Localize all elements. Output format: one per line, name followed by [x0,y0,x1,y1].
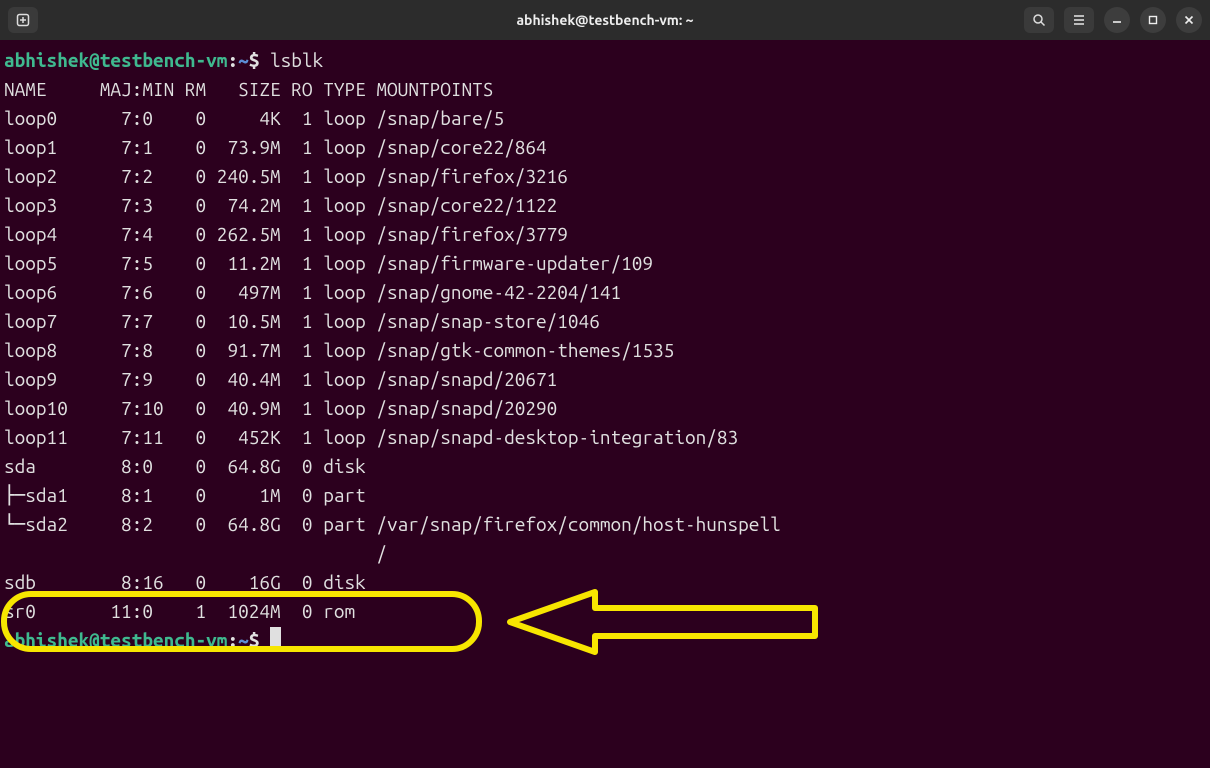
new-tab-button[interactable] [8,7,38,33]
maximize-icon [1147,14,1159,26]
prompt-user-host: abhishek@testbench-vm [4,49,227,71]
maximize-button[interactable] [1140,7,1166,33]
row-sdb: sdb 8:16 0 16G 0 disk [4,568,1206,597]
prompt-colon: : [227,629,238,651]
row-loop3: loop3 7:3 0 74.2M 1 loop /snap/core22/11… [4,191,1206,220]
search-button[interactable] [1024,7,1054,33]
prompt-line-1: abhishek@testbench-vm:~$ lsblk [4,46,1206,75]
row-sda: sda 8:0 0 64.8G 0 disk [4,452,1206,481]
row-loop9: loop9 7:9 0 40.4M 1 loop /snap/snapd/206… [4,365,1206,394]
window-title: abhishek@testbench-vm: ~ [208,12,1002,28]
prompt-line-2: abhishek@testbench-vm:~$ [4,626,1206,655]
row-loop6: loop6 7:6 0 497M 1 loop /snap/gnome-42-2… [4,278,1206,307]
hamburger-icon [1071,12,1087,28]
titlebar-right-controls [1002,7,1202,33]
close-button[interactable] [1176,7,1202,33]
menu-button[interactable] [1064,7,1094,33]
row-loop7: loop7 7:7 0 10.5M 1 loop /snap/snap-stor… [4,307,1206,336]
minimize-icon [1111,14,1123,26]
row-loop1: loop1 7:1 0 73.9M 1 loop /snap/core22/86… [4,133,1206,162]
row-loop11: loop11 7:11 0 452K 1 loop /snap/snapd-de… [4,423,1206,452]
titlebar: abhishek@testbench-vm: ~ [0,0,1210,40]
command-text: lsblk [270,49,323,71]
prompt-path: ~ [238,49,249,71]
row-sda1: ├─sda1 8:1 0 1M 0 part [4,481,1206,510]
row-loop10: loop10 7:10 0 40.9M 1 loop /snap/snapd/2… [4,394,1206,423]
titlebar-left-controls [8,7,208,33]
minimize-button[interactable] [1104,7,1130,33]
close-icon [1183,14,1195,26]
new-tab-icon [15,12,31,28]
row-loop4: loop4 7:4 0 262.5M 1 loop /snap/firefox/… [4,220,1206,249]
row-loop5: loop5 7:5 0 11.2M 1 loop /snap/firmware-… [4,249,1206,278]
prompt-user-host: abhishek@testbench-vm [4,629,227,651]
lsblk-header: NAME MAJ:MIN RM SIZE RO TYPE MOUNTPOINTS [4,75,1206,104]
row-loop0: loop0 7:0 0 4K 1 loop /snap/bare/5 [4,104,1206,133]
row-loop2: loop2 7:2 0 240.5M 1 loop /snap/firefox/… [4,162,1206,191]
row-sr0: sr0 11:0 1 1024M 0 rom [4,597,1206,626]
prompt-colon: : [227,49,238,71]
prompt-symbol: $ [249,629,260,651]
terminal-cursor [270,627,281,649]
prompt-path: ~ [238,629,249,651]
row-sda2: └─sda2 8:2 0 64.8G 0 part /var/snap/fire… [4,510,1206,539]
row-sda2-cont: / [4,539,1206,568]
row-loop8: loop8 7:8 0 91.7M 1 loop /snap/gtk-commo… [4,336,1206,365]
terminal-area[interactable]: abhishek@testbench-vm:~$ lsblk NAME MAJ:… [0,40,1210,661]
prompt-symbol: $ [249,49,260,71]
search-icon [1031,12,1047,28]
